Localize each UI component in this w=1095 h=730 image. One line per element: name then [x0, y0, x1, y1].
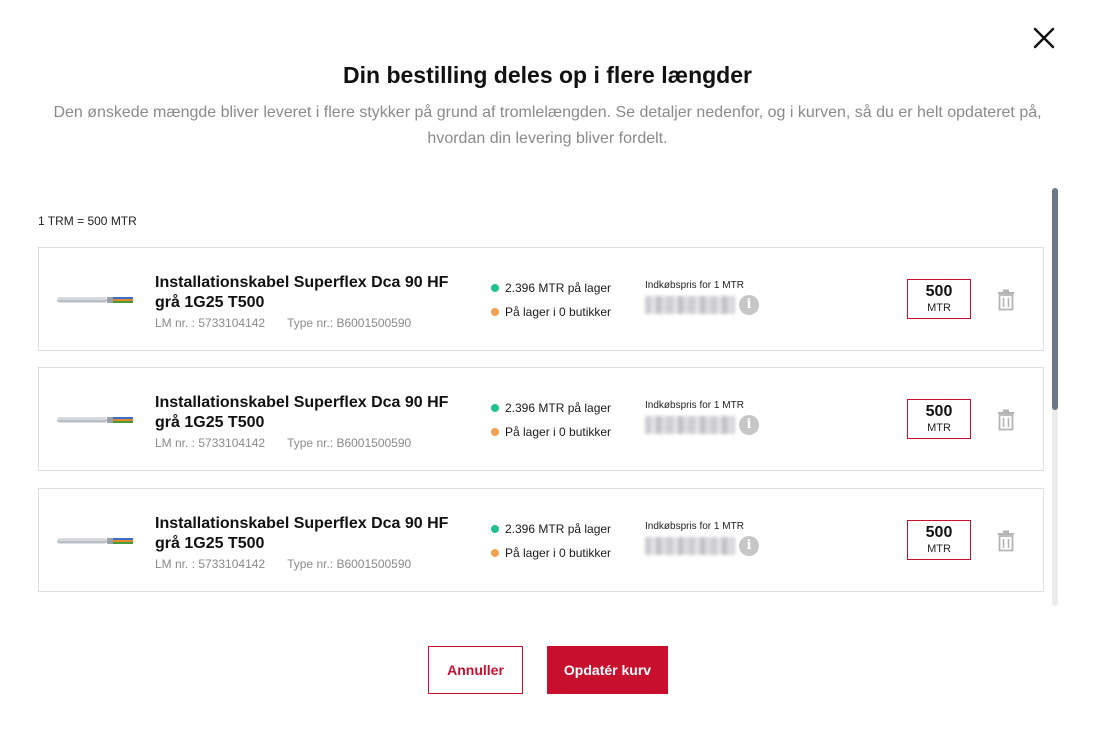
product-name[interactable]: Installationskabel Superflex Dca 90 HF g… — [155, 393, 465, 433]
scrollbar-thumb[interactable] — [1052, 188, 1058, 410]
type-number: Type nr.: B6001500590 — [287, 557, 412, 571]
store-stock-dot-icon — [491, 308, 499, 316]
product-name[interactable]: Installationskabel Superflex Dca 90 HF g… — [155, 273, 465, 313]
quantity-input[interactable]: 500 MTR — [907, 399, 971, 439]
modal-subtitle: Den ønskede mængde bliver leveret i fler… — [53, 104, 1042, 147]
store-stock-text: På lager i 0 butikker — [505, 425, 612, 439]
store-stock-status: På lager i 0 butikker — [491, 305, 611, 319]
product-meta: LM nr. : 5733104142 Type nr.: B6001500590 — [155, 436, 411, 450]
quantity-unit: MTR — [927, 543, 951, 555]
info-icon[interactable]: i — [739, 536, 759, 556]
quantity-input[interactable]: 500 MTR — [907, 279, 971, 319]
store-stock-text: På lager i 0 butikker — [505, 546, 612, 560]
type-number: Type nr.: B6001500590 — [287, 436, 412, 450]
price-label: Indkøbspris for 1 MTR — [645, 521, 744, 532]
items-scroll-area[interactable]: 1 TRM = 500 MTR Installationskabel Super… — [38, 188, 1060, 606]
store-stock-dot-icon — [491, 549, 499, 557]
stock-status: 2.396 MTR på lager — [491, 401, 611, 415]
store-stock-dot-icon — [491, 428, 499, 436]
trash-icon — [998, 409, 1014, 431]
conversion-note: 1 TRM = 500 MTR — [38, 214, 137, 228]
cancel-button[interactable]: Annuller — [428, 646, 523, 694]
cable-product-image — [57, 416, 133, 424]
stock-status: 2.396 MTR på lager — [491, 281, 611, 295]
trash-icon — [998, 530, 1014, 552]
price-value-redacted — [645, 416, 735, 434]
delete-button[interactable] — [996, 530, 1016, 552]
list-item: Installationskabel Superflex Dca 90 HF g… — [38, 488, 1044, 592]
stock-status: 2.396 MTR på lager — [491, 522, 611, 536]
quantity-unit: MTR — [927, 302, 951, 314]
price-value-redacted — [645, 296, 735, 314]
lm-number: LM nr. : 5733104142 — [155, 436, 266, 450]
quantity-unit: MTR — [927, 422, 951, 434]
list-item: Installationskabel Superflex Dca 90 HF g… — [38, 367, 1044, 471]
close-button[interactable] — [1030, 24, 1058, 52]
delete-button[interactable] — [996, 289, 1016, 311]
in-stock-dot-icon — [491, 284, 499, 292]
in-stock-dot-icon — [491, 404, 499, 412]
quantity-value: 500 — [925, 524, 953, 541]
store-stock-text: På lager i 0 butikker — [505, 305, 612, 319]
stock-text: 2.396 MTR på lager — [505, 281, 612, 295]
close-icon — [1033, 27, 1055, 49]
product-meta: LM nr. : 5733104142 Type nr.: B6001500590 — [155, 557, 411, 571]
price-label: Indkøbspris for 1 MTR — [645, 280, 744, 291]
trash-icon — [998, 289, 1014, 311]
cable-product-image — [57, 296, 133, 304]
product-meta: LM nr. : 5733104142 Type nr.: B6001500590 — [155, 316, 411, 330]
info-icon[interactable]: i — [739, 295, 759, 315]
quantity-value: 500 — [925, 403, 953, 420]
quantity-value: 500 — [925, 283, 953, 300]
update-cart-button[interactable]: Opdatér kurv — [547, 646, 668, 694]
in-stock-dot-icon — [491, 525, 499, 533]
lm-number: LM nr. : 5733104142 — [155, 316, 266, 330]
info-icon[interactable]: i — [739, 415, 759, 435]
modal-title: Din bestilling deles op i flere længder — [343, 62, 752, 88]
type-number: Type nr.: B6001500590 — [287, 316, 412, 330]
cable-product-image — [57, 537, 133, 545]
lm-number: LM nr. : 5733104142 — [155, 557, 266, 571]
store-stock-status: På lager i 0 butikker — [491, 546, 611, 560]
price-label: Indkøbspris for 1 MTR — [645, 400, 744, 411]
delete-button[interactable] — [996, 409, 1016, 431]
product-name[interactable]: Installationskabel Superflex Dca 90 HF g… — [155, 514, 465, 554]
stock-text: 2.396 MTR på lager — [505, 401, 612, 415]
quantity-input[interactable]: 500 MTR — [907, 520, 971, 560]
stock-text: 2.396 MTR på lager — [505, 522, 612, 536]
price-value-redacted — [645, 537, 735, 555]
store-stock-status: På lager i 0 butikker — [491, 425, 611, 439]
list-item: Installationskabel Superflex Dca 90 HF g… — [38, 247, 1044, 351]
